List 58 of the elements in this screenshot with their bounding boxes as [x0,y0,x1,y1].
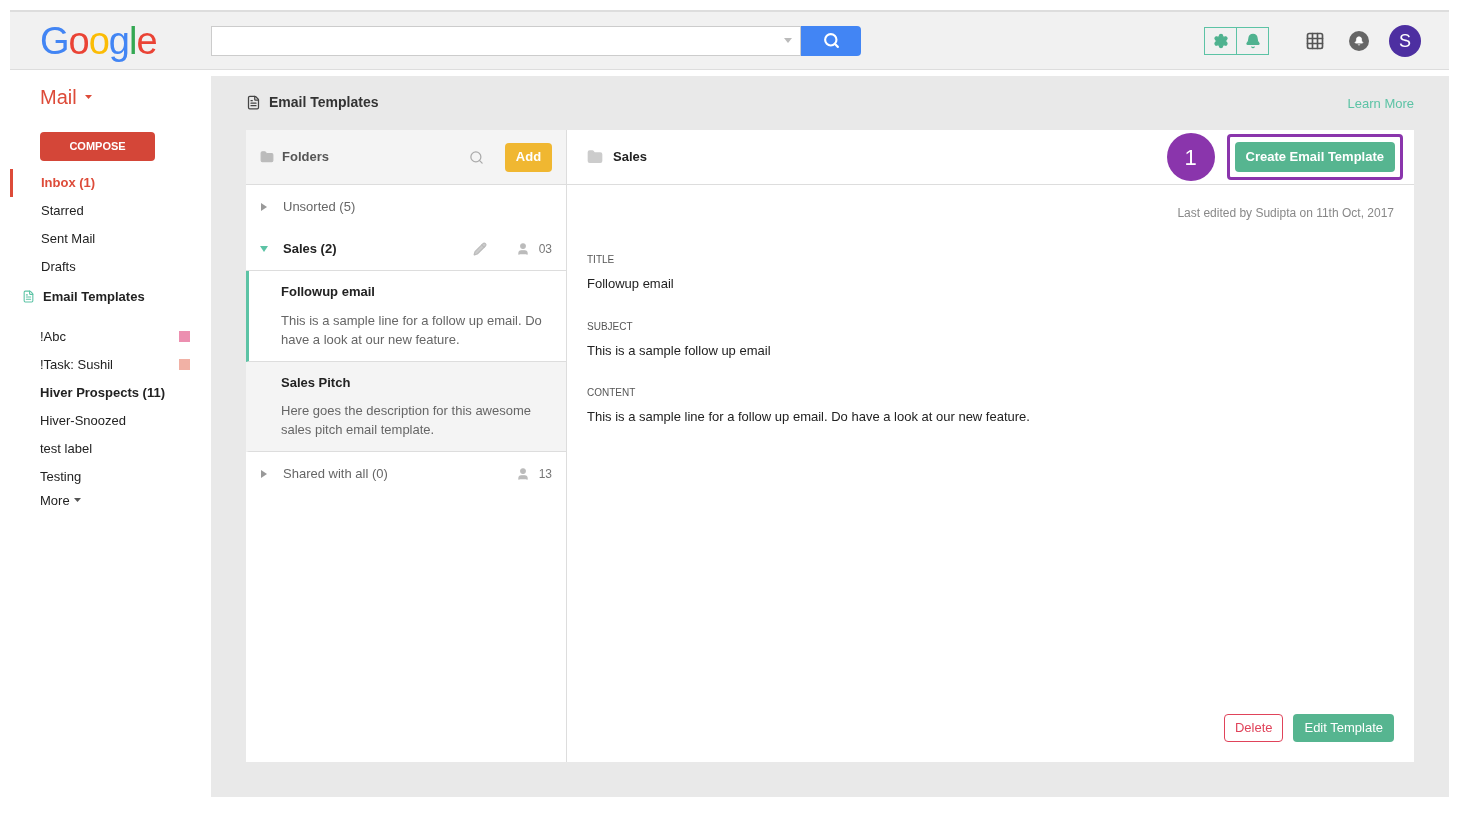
label-item[interactable]: test label [40,438,93,459]
field-value: This is a sample line for a follow up email. Do have a look at our new feature. [587,408,1031,426]
step-badge: 1 [1166,133,1215,181]
delete-button[interactable]: Delete [1223,714,1284,742]
field-value: Followup email [587,275,675,293]
settings-icon [1212,32,1229,49]
nav-item[interactable]: Email Templates [43,287,145,307]
person-icon [515,466,530,481]
nav-item[interactable]: Drafts [10,253,211,281]
template-title: Sales Pitch [281,373,352,392]
caret-icon[interactable] [260,469,268,478]
field-label: SUBJECT [587,319,634,334]
last-edited-text: Last edited by Sudipta on 11th Oct, 2017 [1177,205,1394,222]
folder-title: Sales [613,148,647,167]
label-item[interactable]: Hiver Prospects (11) [40,382,165,403]
template-item[interactable]: Sales Pitch Here goes the description for this awesome sales pitch email template. [246,361,566,452]
label-item[interactable]: Testing [40,466,82,487]
folder-icon [260,150,274,164]
bell-icon [1244,32,1261,49]
pencil-icon[interactable] [472,242,487,256]
search-icon[interactable] [469,149,484,165]
search-icon [822,32,840,49]
label-item[interactable]: !Abc [40,326,66,347]
nav-item[interactable]: Starred [10,197,211,225]
member-count: 03 [538,241,552,258]
caret-icon [84,95,92,99]
mail-menu[interactable]: Mail [40,82,92,112]
field-label: TITLE [587,253,616,267]
template-title: Followup email [281,283,376,301]
search-field[interactable] [211,25,801,56]
nav-item[interactable]: Sent Mail [10,225,211,253]
page-title: Email Templates [269,92,379,112]
notifications-icon[interactable] [1349,30,1369,51]
caret-icon[interactable] [260,245,268,253]
dropdown-caret-icon [784,38,792,43]
avatar[interactable]: S [1389,24,1421,57]
document-icon [246,94,261,110]
field-value: This is a sample follow up email [587,341,772,360]
folder-name[interactable]: Unsorted (5) [283,196,356,217]
label-item[interactable]: Hiver-Snoozed [40,410,126,431]
label-item[interactable]: !Task: Sushil [40,354,113,375]
member-count: 13 [538,465,552,483]
folder-name[interactable]: Shared with all (0) [283,463,388,484]
caret-icon[interactable] [260,202,268,211]
more-menu[interactable]: More [40,490,81,510]
folder-name[interactable]: Sales (2) [283,239,337,259]
person-icon [515,242,530,256]
template-description: This is a sample line for a follow up email. Do have a look at our new feature. [281,311,543,349]
search-button[interactable] [801,25,861,56]
field-label: CONTENT [587,386,637,400]
folder-icon [587,149,603,165]
apps-grid-icon[interactable] [1305,30,1325,51]
template-description: Here goes the description for this awesome sales pitch email template. [281,402,532,439]
panel-title: Folders [282,148,329,167]
template-item[interactable]: Followup email This is a sample line for a follow up email. Do have a look at our new feature. [246,271,566,362]
caret-icon [73,498,81,503]
compose-button[interactable]: COMPOSE [40,132,155,161]
document-icon [22,290,35,304]
